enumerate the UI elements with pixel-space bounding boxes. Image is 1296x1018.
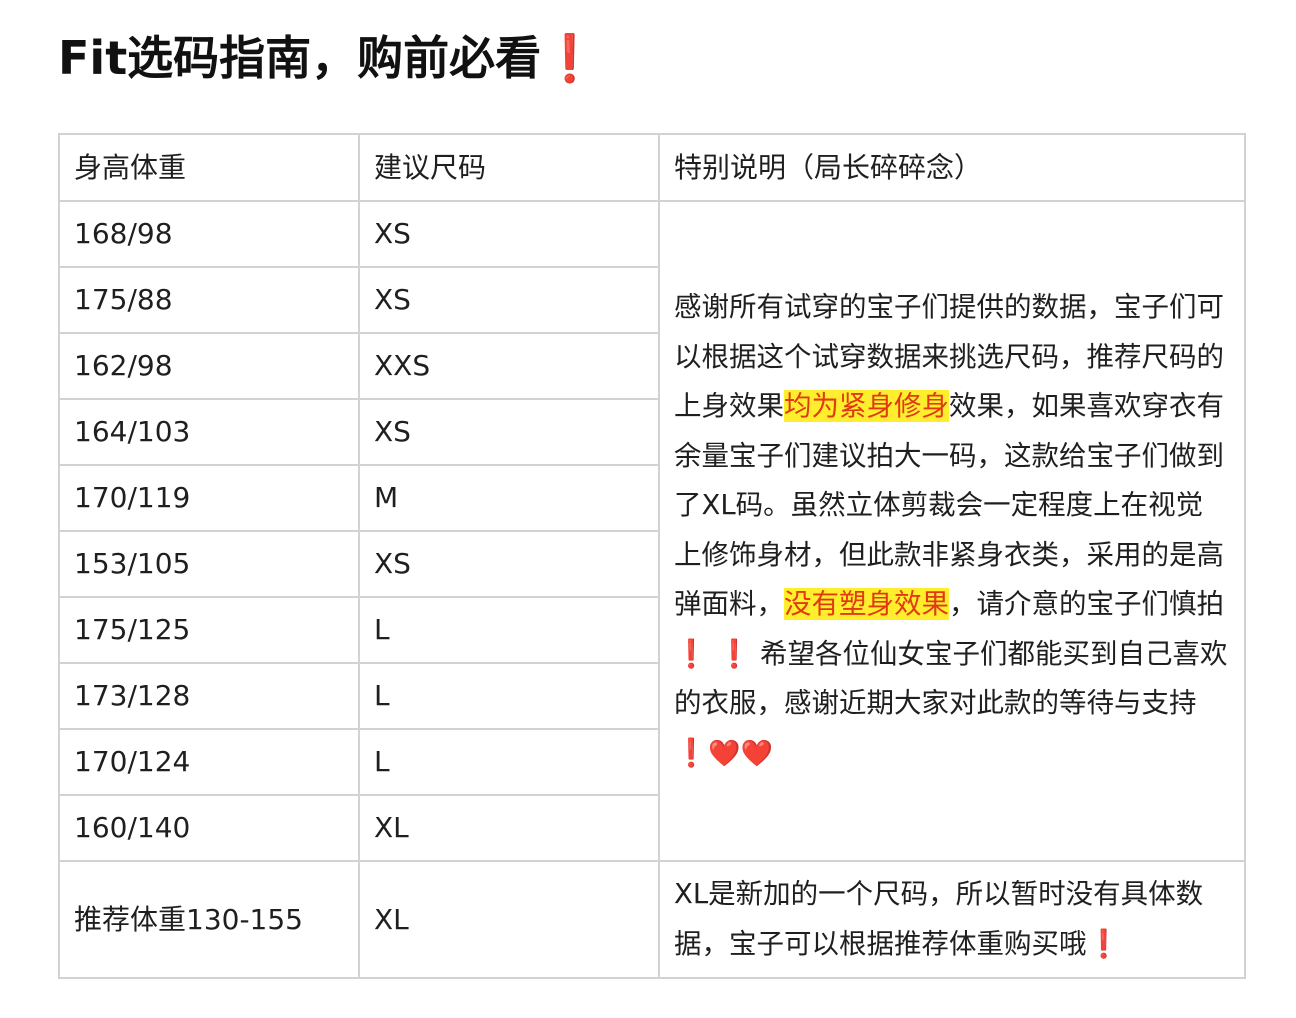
height-weight-cell: 推荐体重130-155 [58,860,360,979]
note-text: XL是新加的一个尺码，所以暂时没有具体数据，宝子可以根据推荐体重购买哦 [674,878,1204,960]
size-cell: XL [358,860,660,979]
note-text: 希望各位仙女宝子们都能买到自己喜欢的衣服，感谢近期大家对此款的等待与支持 [674,637,1228,720]
table-row-recommended: 推荐体重130-155 XL XL是新加的一个尺码，所以暂时没有具体数据，宝子可… [58,860,1246,979]
size-cell: L [358,596,660,664]
note-text: ，请介意的宝子们慎拍 [949,588,1224,620]
heart-icon: ❤️ [740,738,773,769]
table-row: 168/98 XS 感谢所有试穿的宝子们提供的数据，宝子们可以根据这个试穿数据来… [58,200,1246,862]
column-header-notes: 特别说明（局长碎碎念） [658,133,1246,202]
height-weight-cell: 168/98 [58,200,360,268]
notes-cell: XL是新加的一个尺码，所以暂时没有具体数据，宝子可以根据推荐体重购买哦❗ [658,860,1246,979]
table-header-row: 身高体重 建议尺码 特别说明（局长碎碎念） [58,133,1246,202]
height-weight-cell: 170/124 [58,728,360,796]
exclamation-icon: ❗ [674,637,709,670]
height-weight-cell: 175/88 [58,266,360,334]
size-cell: XS [358,530,660,598]
column-header-height-weight: 身高体重 [58,133,360,202]
size-cell: L [358,728,660,796]
page-title: Fit选码指南，购前必看❗ [58,26,598,90]
size-cell: XXS [358,332,660,400]
size-cell: XS [358,266,660,334]
note-text: 效果，如果喜欢穿衣有余量宝子们建议拍大一码，这款给宝子们做到了XL码。虽然立体剪… [674,390,1224,620]
size-cell: XS [358,398,660,466]
size-cell: M [358,464,660,532]
size-guide-table: 身高体重 建议尺码 特别说明（局长碎碎念） 168/98 XS 感谢所有试穿的宝… [58,133,1246,979]
height-weight-cell: 170/119 [58,464,360,532]
notes-cell: 感谢所有试穿的宝子们提供的数据，宝子们可以根据这个试穿数据来挑选尺码，推荐尺码的… [658,200,1246,862]
note-highlight: 没有塑身效果 [784,588,949,620]
page-title-text: Fit选码指南，购前必看 [58,31,542,85]
note-highlight: 均为紧身修身 [784,390,949,422]
size-cell: XS [358,200,660,268]
height-weight-cell: 153/105 [58,530,360,598]
exclamation-icon: ❗ [674,736,709,769]
size-cell: XL [358,794,660,862]
height-weight-cell: 162/98 [58,332,360,400]
height-weight-cell: 173/128 [58,662,360,730]
exclamation-icon: ❗ [541,31,599,85]
height-weight-cell: 175/125 [58,596,360,664]
exclamation-icon: ❗ [717,637,752,670]
column-header-size: 建议尺码 [358,133,660,202]
exclamation-icon: ❗ [1086,927,1121,960]
height-weight-cell: 164/103 [58,398,360,466]
heart-icon: ❤️ [708,738,741,769]
height-weight-cell: 160/140 [58,794,360,862]
size-cell: L [358,662,660,730]
